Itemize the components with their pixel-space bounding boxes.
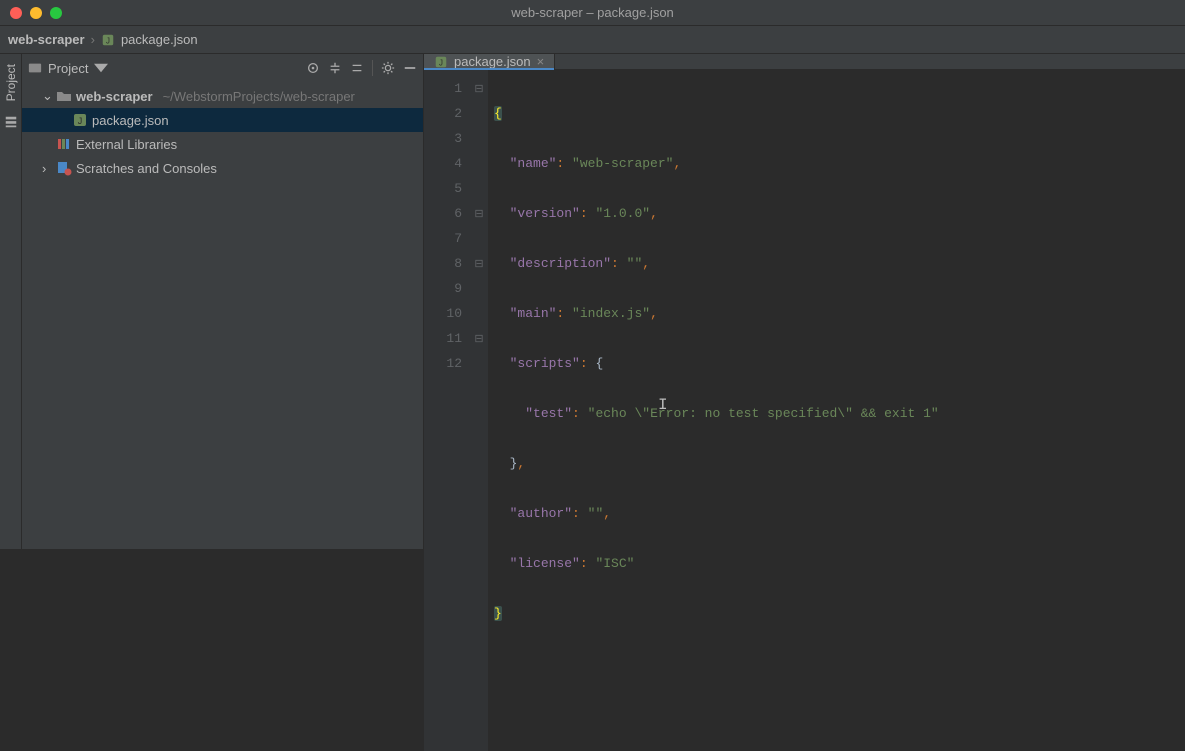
breadcrumb: web-scraper › J package.json (0, 26, 1185, 54)
locate-icon[interactable] (306, 61, 320, 75)
tree-root[interactable]: ⌄ web-scraper ~/WebstormProjects/web-scr… (22, 84, 423, 108)
project-panel-title[interactable]: Project (48, 61, 88, 76)
scratches-icon (56, 160, 72, 176)
line-number-gutter: 1 2 3 4 5 6 7 8 9 10 11 12 (424, 70, 470, 751)
fold-end-icon[interactable]: ⊟ (470, 251, 488, 276)
editor: J package.json × 1 2 3 4 5 6 7 8 9 10 11… (424, 54, 1185, 549)
close-tab-icon[interactable]: × (537, 54, 545, 69)
code-content[interactable]: { "name": "web-scraper", "version": "1.0… (488, 70, 1185, 751)
chevron-down-icon[interactable] (94, 61, 108, 75)
project-icon (28, 61, 42, 75)
line-number: 10 (424, 301, 462, 326)
project-tree[interactable]: ⌄ web-scraper ~/WebstormProjects/web-scr… (22, 82, 423, 549)
svg-text:J: J (78, 116, 83, 126)
project-tool-label[interactable]: Project (4, 64, 18, 101)
tree-item-label: package.json (92, 113, 169, 128)
fold-marker-icon[interactable]: ⊟ (470, 201, 488, 226)
line-number: 9 (424, 276, 462, 301)
window-title: web-scraper – package.json (0, 5, 1185, 20)
json-file-icon: J (434, 55, 448, 69)
svg-text:J: J (439, 58, 443, 67)
tab-package-json[interactable]: J package.json × (424, 54, 555, 69)
minimize-window-button[interactable] (30, 7, 42, 19)
breadcrumb-file[interactable]: package.json (121, 32, 198, 47)
line-number: 11 (424, 326, 462, 351)
tree-scratches-label: Scratches and Consoles (76, 161, 217, 176)
tree-item-package-json[interactable]: J package.json (22, 108, 423, 132)
line-number: 8 (424, 251, 462, 276)
line-number: 1 (424, 76, 462, 101)
fold-marker-icon[interactable]: ⊟ (470, 76, 488, 101)
titlebar: web-scraper – package.json (0, 0, 1185, 26)
project-panel: Project ⌄ web-scraper ~/WebstormProjects… (22, 54, 424, 549)
library-icon (56, 136, 72, 152)
json-file-icon: J (72, 112, 88, 128)
project-panel-header: Project (22, 54, 423, 82)
editor-tabs: J package.json × (424, 54, 1185, 70)
line-number: 7 (424, 226, 462, 251)
fold-gutter: ⊟ ⊟ ⊟ ⊟ (470, 70, 488, 751)
collapse-all-icon[interactable] (350, 61, 364, 75)
chevron-right-icon: › (91, 32, 95, 47)
line-number: 6 (424, 201, 462, 226)
tree-scratches[interactable]: › Scratches and Consoles (22, 156, 423, 180)
line-number: 5 (424, 176, 462, 201)
breadcrumb-root[interactable]: web-scraper (8, 32, 85, 47)
maximize-window-button[interactable] (50, 7, 62, 19)
folder-icon (56, 88, 72, 104)
line-number: 12 (424, 351, 462, 376)
chevron-down-icon[interactable]: ⌄ (42, 88, 52, 104)
line-number: 4 (424, 151, 462, 176)
json-file-icon: J (101, 33, 115, 47)
expand-all-icon[interactable] (328, 61, 342, 75)
tool-stripe: Project (0, 54, 22, 549)
gear-icon[interactable] (381, 61, 395, 75)
structure-icon[interactable] (4, 115, 18, 129)
fold-end-icon[interactable]: ⊟ (470, 326, 488, 351)
window-controls (10, 7, 62, 19)
tree-external-libraries[interactable]: External Libraries (22, 132, 423, 156)
text-cursor-icon: I (658, 393, 668, 418)
close-window-button[interactable] (10, 7, 22, 19)
line-number: 2 (424, 101, 462, 126)
tree-root-label: web-scraper (76, 89, 153, 104)
tab-label: package.json (454, 54, 531, 69)
line-number: 3 (424, 126, 462, 151)
svg-text:J: J (106, 36, 110, 45)
code-area[interactable]: 1 2 3 4 5 6 7 8 9 10 11 12 ⊟ ⊟ ⊟ ⊟ (424, 70, 1185, 751)
hide-panel-icon[interactable] (403, 61, 417, 75)
tree-external-label: External Libraries (76, 137, 177, 152)
tree-root-path: ~/WebstormProjects/web-scraper (163, 89, 355, 104)
chevron-right-icon[interactable]: › (42, 161, 52, 176)
